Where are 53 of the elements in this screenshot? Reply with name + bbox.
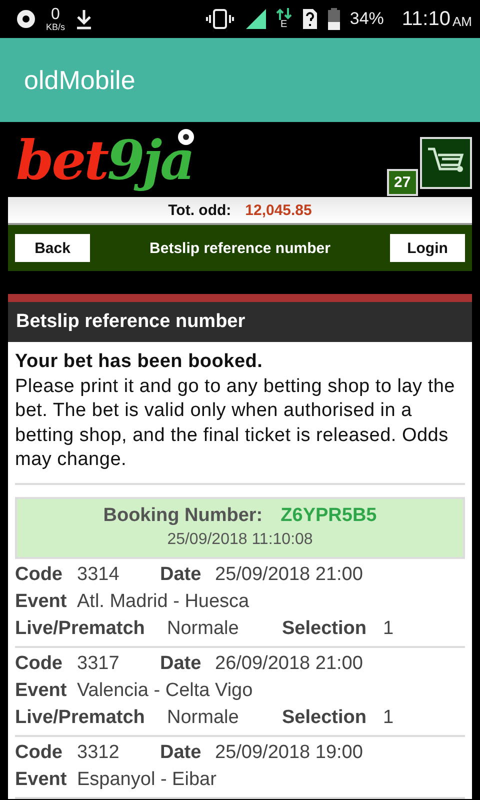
code-label: Code: [15, 652, 64, 676]
panel-title: Betslip reference number: [16, 311, 246, 333]
total-odds-label: Tot. odd:: [168, 202, 232, 218]
event-label: Event: [15, 768, 68, 792]
app-title: oldMobile: [24, 64, 136, 96]
selection-label: Selection: [282, 706, 368, 730]
sim-unknown-icon: [302, 8, 318, 30]
network-type: E: [280, 20, 288, 30]
vibrate-icon: [206, 9, 234, 29]
date-value: 25/09/2018 19:00: [215, 740, 363, 764]
selection-value: 1: [383, 706, 394, 730]
battery-icon: [328, 8, 340, 30]
download-icon: [75, 8, 94, 30]
date-value: 25/09/2018 21:00: [215, 562, 363, 586]
event-value: Valencia - Celta Vigo: [77, 678, 253, 702]
type-value: Normale: [167, 616, 240, 640]
back-button[interactable]: Back: [15, 234, 90, 262]
nav-title: Betslip reference number: [150, 240, 330, 256]
record-icon: [16, 9, 36, 29]
selection-label: Selection: [282, 616, 368, 640]
date-label: Date: [160, 740, 202, 764]
booking-label: Booking Number:: [103, 504, 263, 526]
event-label: Event: [15, 678, 68, 702]
type-label: Live/Prematch: [15, 706, 146, 730]
type-value: Normale: [167, 706, 240, 730]
date-label: Date: [160, 652, 202, 676]
data-arrows-icon: [276, 8, 292, 20]
code-label: Code: [15, 562, 64, 586]
code-value: 3317: [77, 652, 120, 676]
booking-message: Your bet has been booked. Please print it and go to any betting shop to lay the bet. The bet is valid only when authorised in a betting shop, and the final ticket is released. Odds may change.: [15, 350, 465, 484]
clock-time: 11:10: [402, 8, 450, 30]
speed-value: 0: [51, 6, 60, 22]
date-value: 26/09/2018 21:00: [215, 652, 363, 676]
code-value: 3314: [77, 562, 120, 586]
event-value: Espanyol - Eibar: [77, 768, 216, 792]
selection-value: 1: [383, 616, 394, 640]
clock-period: AM: [452, 14, 472, 28]
booking-timestamp: 25/09/2018 11:10:08: [167, 530, 313, 548]
type-label: Live/Prematch: [15, 616, 146, 640]
code-label: Code: [15, 740, 64, 764]
login-button[interactable]: Login: [390, 234, 465, 262]
logo[interactable]: bet9ja: [16, 130, 194, 190]
battery-percent: 34%: [350, 9, 384, 29]
signal-icon: [244, 9, 266, 29]
cart-button[interactable]: [420, 137, 472, 189]
event-value: Atl. Madrid - Huesca: [77, 590, 250, 614]
cart-count-badge: 27: [387, 169, 418, 196]
code-value: 3312: [77, 740, 120, 764]
event-label: Event: [15, 590, 68, 614]
booking-number: Z6YPR5B5: [280, 504, 377, 526]
total-odds-value: 12,045.85: [245, 202, 312, 218]
speed-unit: KB/s: [46, 22, 66, 32]
date-label: Date: [160, 562, 202, 586]
